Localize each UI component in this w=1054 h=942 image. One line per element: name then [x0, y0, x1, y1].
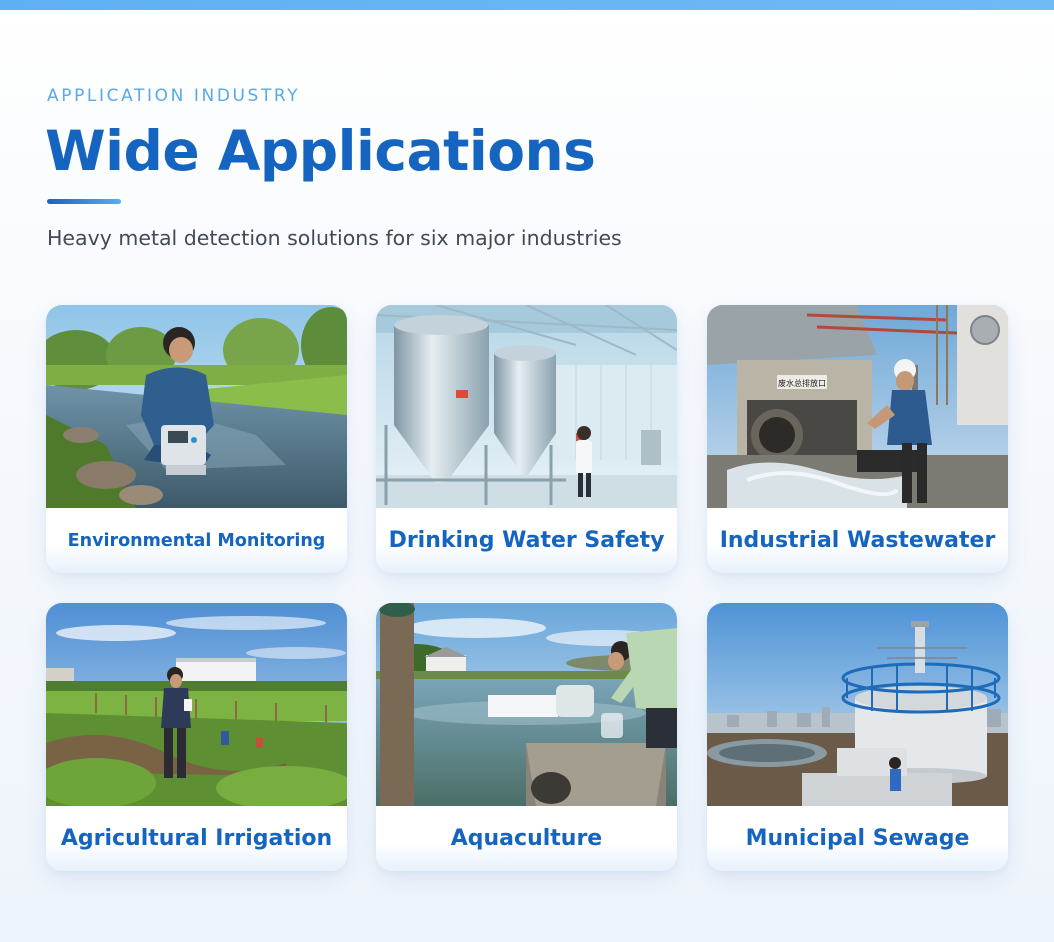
card-label: Environmental Monitoring [46, 508, 347, 573]
section-eyebrow: APPLICATION INDUSTRY [47, 86, 301, 106]
fish-pond-photo [376, 603, 677, 806]
card-label: Industrial Wastewater [707, 508, 1008, 573]
farm-field-photo [46, 603, 347, 806]
card-agricultural-irrigation[interactable]: Agricultural Irrigation [46, 603, 347, 871]
card-municipal-sewage[interactable]: Municipal Sewage [707, 603, 1008, 871]
card-label: Municipal Sewage [707, 806, 1008, 871]
card-environmental-monitoring[interactable]: Environmental Monitoring [46, 305, 347, 573]
card-drinking-water-safety[interactable]: Drinking Water Safety [376, 305, 677, 573]
sewage-plant-photo [707, 603, 1008, 806]
title-underline [47, 199, 121, 204]
outlet-sign-text: 废水总排放口 [778, 378, 826, 388]
page-title: Wide Applications [45, 119, 596, 183]
wastewater-outlet-photo: 废水总排放口 [707, 305, 1008, 508]
river-sampling-photo [46, 305, 347, 508]
card-aquaculture[interactable]: Aquaculture [376, 603, 677, 871]
card-industrial-wastewater[interactable]: 废水总排放口 Industrial Wastewater [707, 305, 1008, 573]
page-subtitle: Heavy metal detection solutions for six … [47, 226, 622, 250]
card-label: Drinking Water Safety [376, 508, 677, 573]
card-label: Aquaculture [376, 806, 677, 871]
top-accent-bar [0, 0, 1054, 10]
card-label: Agricultural Irrigation [46, 806, 347, 871]
water-plant-tanks-photo [376, 305, 677, 508]
